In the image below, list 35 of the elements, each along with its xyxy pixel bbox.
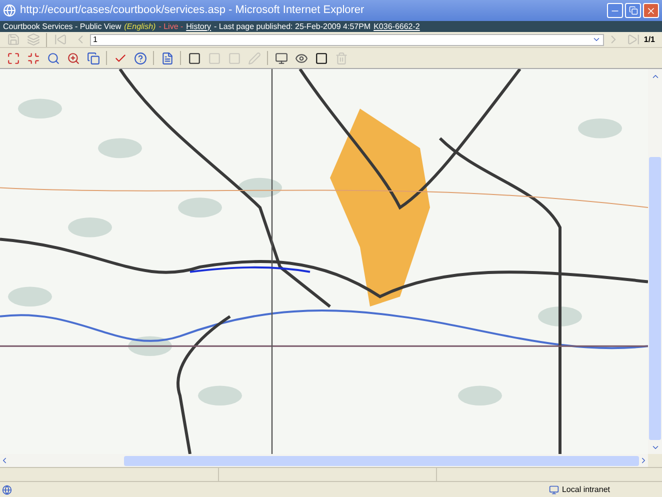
rectangle-icon[interactable] — [188, 52, 200, 64]
close-button[interactable] — [643, 3, 659, 18]
horizontal-scrollbar[interactable] — [0, 454, 648, 467]
case-number-link[interactable]: K036-6662-2 — [374, 22, 420, 30]
scroll-right-icon[interactable] — [639, 456, 648, 465]
browser-icon — [3, 4, 16, 17]
vertical-scrollbar[interactable] — [648, 69, 662, 454]
search-icon[interactable] — [46, 52, 60, 64]
scroll-left-icon[interactable] — [0, 456, 9, 465]
document-icon[interactable] — [160, 52, 174, 64]
eye-icon[interactable] — [294, 52, 308, 64]
copy-icon[interactable] — [86, 52, 100, 64]
published-text: - Last page published: 25-Feb-2009 4:57PM — [214, 22, 371, 30]
zoom-in-icon[interactable] — [66, 52, 80, 64]
dropdown-icon[interactable] — [592, 35, 601, 44]
minimize-button[interactable] — [607, 3, 623, 18]
frame-icon[interactable] — [314, 52, 328, 64]
restore-button[interactable] — [625, 3, 641, 18]
page-count: 1/1 — [644, 34, 656, 46]
help-icon[interactable] — [134, 52, 146, 64]
live-label: - Live - — [158, 22, 184, 30]
close-icon — [646, 6, 656, 16]
fit-width-icon[interactable] — [26, 52, 40, 64]
site-title: Courtbook Services - Public View — [3, 22, 122, 30]
security-zone: Local intranet — [562, 484, 610, 496]
page-icon — [2, 484, 12, 494]
history-link[interactable]: History — [186, 22, 212, 30]
window-title: http://ecourt/cases/courtbook/services.asp - Microsoft Internet Explorer — [20, 3, 364, 18]
fit-page-icon[interactable] — [6, 52, 20, 64]
intranet-icon — [548, 484, 559, 494]
check-icon[interactable] — [114, 52, 126, 64]
monitor-icon[interactable] — [274, 52, 288, 64]
page-field[interactable]: 1 — [90, 34, 604, 46]
restore-icon — [628, 6, 638, 15]
language-label: (English) — [124, 22, 156, 30]
